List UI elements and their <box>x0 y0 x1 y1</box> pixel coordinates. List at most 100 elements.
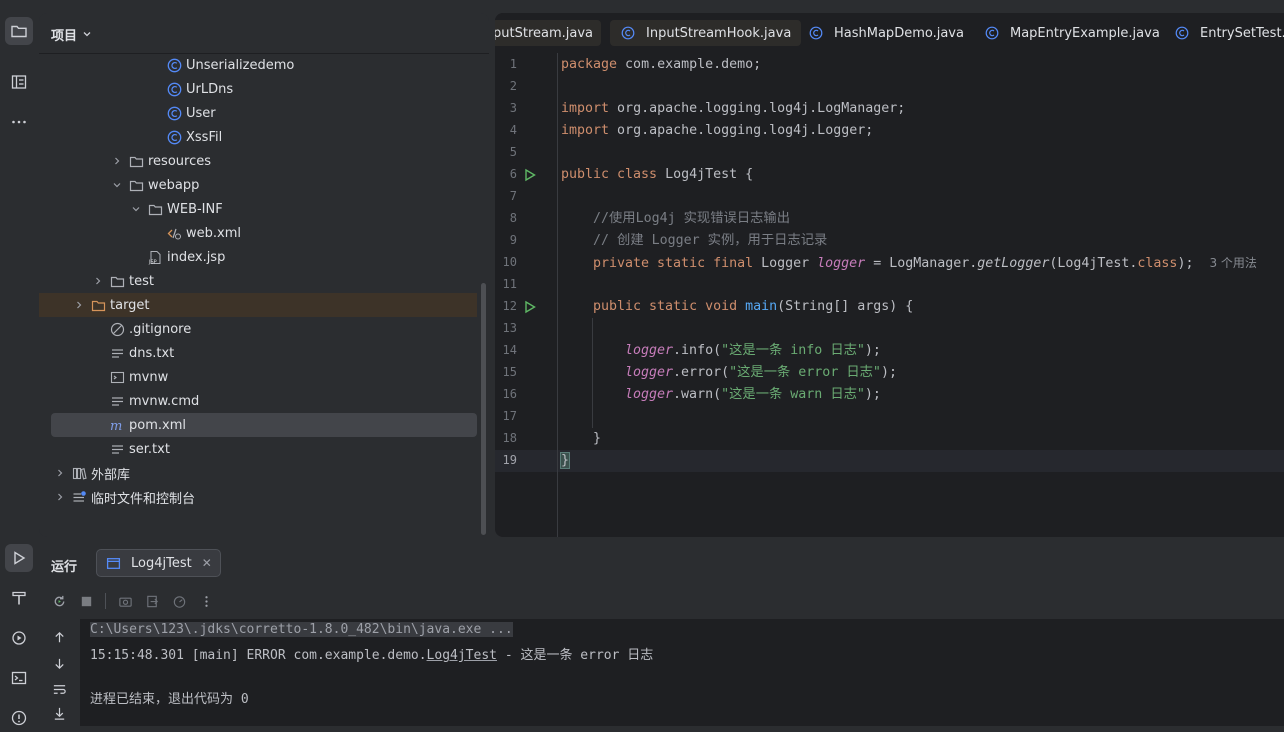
chevron-right-icon[interactable] <box>53 466 67 480</box>
line-number: 17 <box>502 409 517 423</box>
code-line-9[interactable]: // 创建 Logger 实例，用于日志记录 <box>593 230 827 252</box>
arrow-up-icon[interactable] <box>51 629 67 645</box>
tree-item[interactable]: webapp <box>39 173 477 197</box>
tree-item[interactable]: .gitignore <box>39 317 477 341</box>
rerun-icon[interactable] <box>51 593 67 609</box>
tab-label: EntrySetTest.java <box>1200 25 1284 41</box>
tree-item[interactable]: JSP index.jsp <box>39 245 477 269</box>
java-class-icon <box>166 57 182 73</box>
usages-inlay-hint[interactable]: 3 个用法 <box>1209 256 1256 270</box>
java-class-icon <box>166 129 182 145</box>
project-view-folder-icon[interactable] <box>5 17 33 45</box>
tree-item-label: UrLDns <box>186 81 234 97</box>
more-options-icon[interactable] <box>198 593 214 609</box>
code-line-18[interactable]: } <box>593 428 601 450</box>
exit-icon[interactable] <box>144 593 160 609</box>
more-tools-icon[interactable] <box>5 108 33 136</box>
camera-snapshot-icon[interactable] <box>117 593 133 609</box>
tab-inputstreamhook[interactable]: InputStreamHook.java <box>610 20 802 46</box>
application-run-icon <box>105 555 121 571</box>
code-line-16[interactable]: logger.warn("这是一条 warn 日志"); <box>625 384 881 406</box>
line-number: 19 <box>502 453 517 467</box>
run-panel: 运行 Log4jTest ✕ C:\Users\123\.jdks\corret… <box>39 543 1284 726</box>
chevron-right-icon[interactable] <box>91 274 105 288</box>
tree-item[interactable]: User <box>39 101 477 125</box>
soft-wrap-icon[interactable] <box>51 681 67 697</box>
tree-item[interactable]: target <box>39 293 477 317</box>
arrow-down-icon[interactable] <box>51 655 67 671</box>
tab-mapentryexample[interactable]: MapEntryExample.java <box>974 20 1170 46</box>
code-line-4[interactable]: import org.apache.logging.log4j.Logger; <box>561 120 873 142</box>
services-icon[interactable] <box>5 624 33 652</box>
indent-guide <box>592 318 593 428</box>
chevron-right-icon[interactable] <box>72 298 86 312</box>
code-line-12[interactable]: public static void main(String[] args) { <box>593 296 913 318</box>
run-config-tab[interactable]: Log4jTest ✕ <box>96 549 221 577</box>
line-number: 15 <box>502 365 517 379</box>
console-exit-line: 进程已结束，退出代码为 0 <box>90 692 249 707</box>
close-tab-icon[interactable]: ✕ <box>202 556 212 570</box>
build-hammer-icon[interactable] <box>5 584 33 612</box>
code-line-10[interactable]: private static final Logger logger = Log… <box>593 252 1257 274</box>
chevron-down-icon[interactable] <box>129 202 143 216</box>
tree-item[interactable]: XssFil <box>39 125 477 149</box>
tree-item[interactable]: 临时文件和控制台 <box>39 485 477 509</box>
tab-label: MapEntryExample.java <box>1010 25 1160 41</box>
tree-item[interactable]: ser.txt <box>39 437 477 461</box>
tree-scrollbar[interactable] <box>481 283 486 535</box>
tree-item[interactable]: mvnw <box>39 365 477 389</box>
project-view-selector[interactable]: 项目 <box>51 25 93 44</box>
library-icon <box>71 465 87 481</box>
console-log-line: 15:15:48.301 [main] ERROR com.example.de… <box>90 648 654 663</box>
tree-item[interactable]: dns.txt <box>39 341 477 365</box>
line-number: 1 <box>509 57 517 71</box>
tab-putstream[interactable]: putStream.java <box>495 20 601 46</box>
tree-item[interactable]: resources <box>39 149 477 173</box>
log-class-link[interactable]: Log4jTest <box>427 648 497 663</box>
tree-item[interactable]: mvnw.cmd <box>39 389 477 413</box>
tree-item[interactable]: test <box>39 269 477 293</box>
chevron-down-icon[interactable] <box>110 178 124 192</box>
editor-tab-bar: putStream.java InputStreamHook.java Hash… <box>495 13 1284 53</box>
run-class-gutter-icon[interactable] <box>523 168 537 182</box>
console-output[interactable]: C:\Users\123\.jdks\corretto-1.8.0_482\bi… <box>80 619 1284 726</box>
terminal-icon[interactable] <box>5 664 33 692</box>
tab-entrysettest[interactable]: EntrySetTest.java <box>1164 20 1284 46</box>
code-line-3[interactable]: import org.apache.logging.log4j.LogManag… <box>561 98 905 120</box>
problems-icon[interactable] <box>5 704 33 732</box>
run-main-gutter-icon[interactable] <box>523 300 537 314</box>
run-tool-icon[interactable] <box>5 544 33 572</box>
code-line-19[interactable]: } <box>559 450 571 472</box>
chevron-right-icon[interactable] <box>53 490 67 504</box>
chevron-right-icon[interactable] <box>110 154 124 168</box>
code-line-15[interactable]: logger.error("这是一条 error 日志"); <box>625 362 897 384</box>
line-number: 8 <box>509 211 517 225</box>
tree-item-label: dns.txt <box>129 345 175 361</box>
tree-item[interactable]: Unserializedemo <box>39 53 477 77</box>
tree-item-label: test <box>129 273 154 289</box>
java-class-icon <box>166 105 182 121</box>
terminal-file-icon <box>109 369 125 385</box>
tree-item[interactable]: UrLDns <box>39 77 477 101</box>
stop-icon[interactable] <box>78 593 94 609</box>
line-number: 12 <box>502 299 517 313</box>
maven-icon: m <box>109 417 125 433</box>
tree-item[interactable]: web.xml <box>39 221 477 245</box>
toolbar-separator <box>105 593 106 609</box>
tree-item[interactable]: WEB-INF <box>39 197 477 221</box>
code-line-1[interactable]: package com.example.demo; <box>561 54 761 76</box>
code-line-6[interactable]: public class Log4jTest { <box>561 164 753 186</box>
tree-item[interactable]: 外部库 <box>39 461 477 485</box>
tree-item-label: mvnw.cmd <box>129 393 200 409</box>
current-line-highlight <box>495 450 1284 472</box>
code-line-14[interactable]: logger.info("这是一条 info 日志"); <box>625 340 881 362</box>
xml-file-icon <box>166 225 182 241</box>
tree-item[interactable]: m pom.xml <box>51 413 477 437</box>
code-line-8[interactable]: //使用Log4j 实现错误日志输出 <box>593 208 790 230</box>
scroll-to-end-icon[interactable] <box>51 705 67 721</box>
structure-icon[interactable] <box>5 68 33 96</box>
tab-hashmapdemo[interactable]: HashMapDemo.java <box>798 20 974 46</box>
profiler-icon[interactable] <box>171 593 187 609</box>
